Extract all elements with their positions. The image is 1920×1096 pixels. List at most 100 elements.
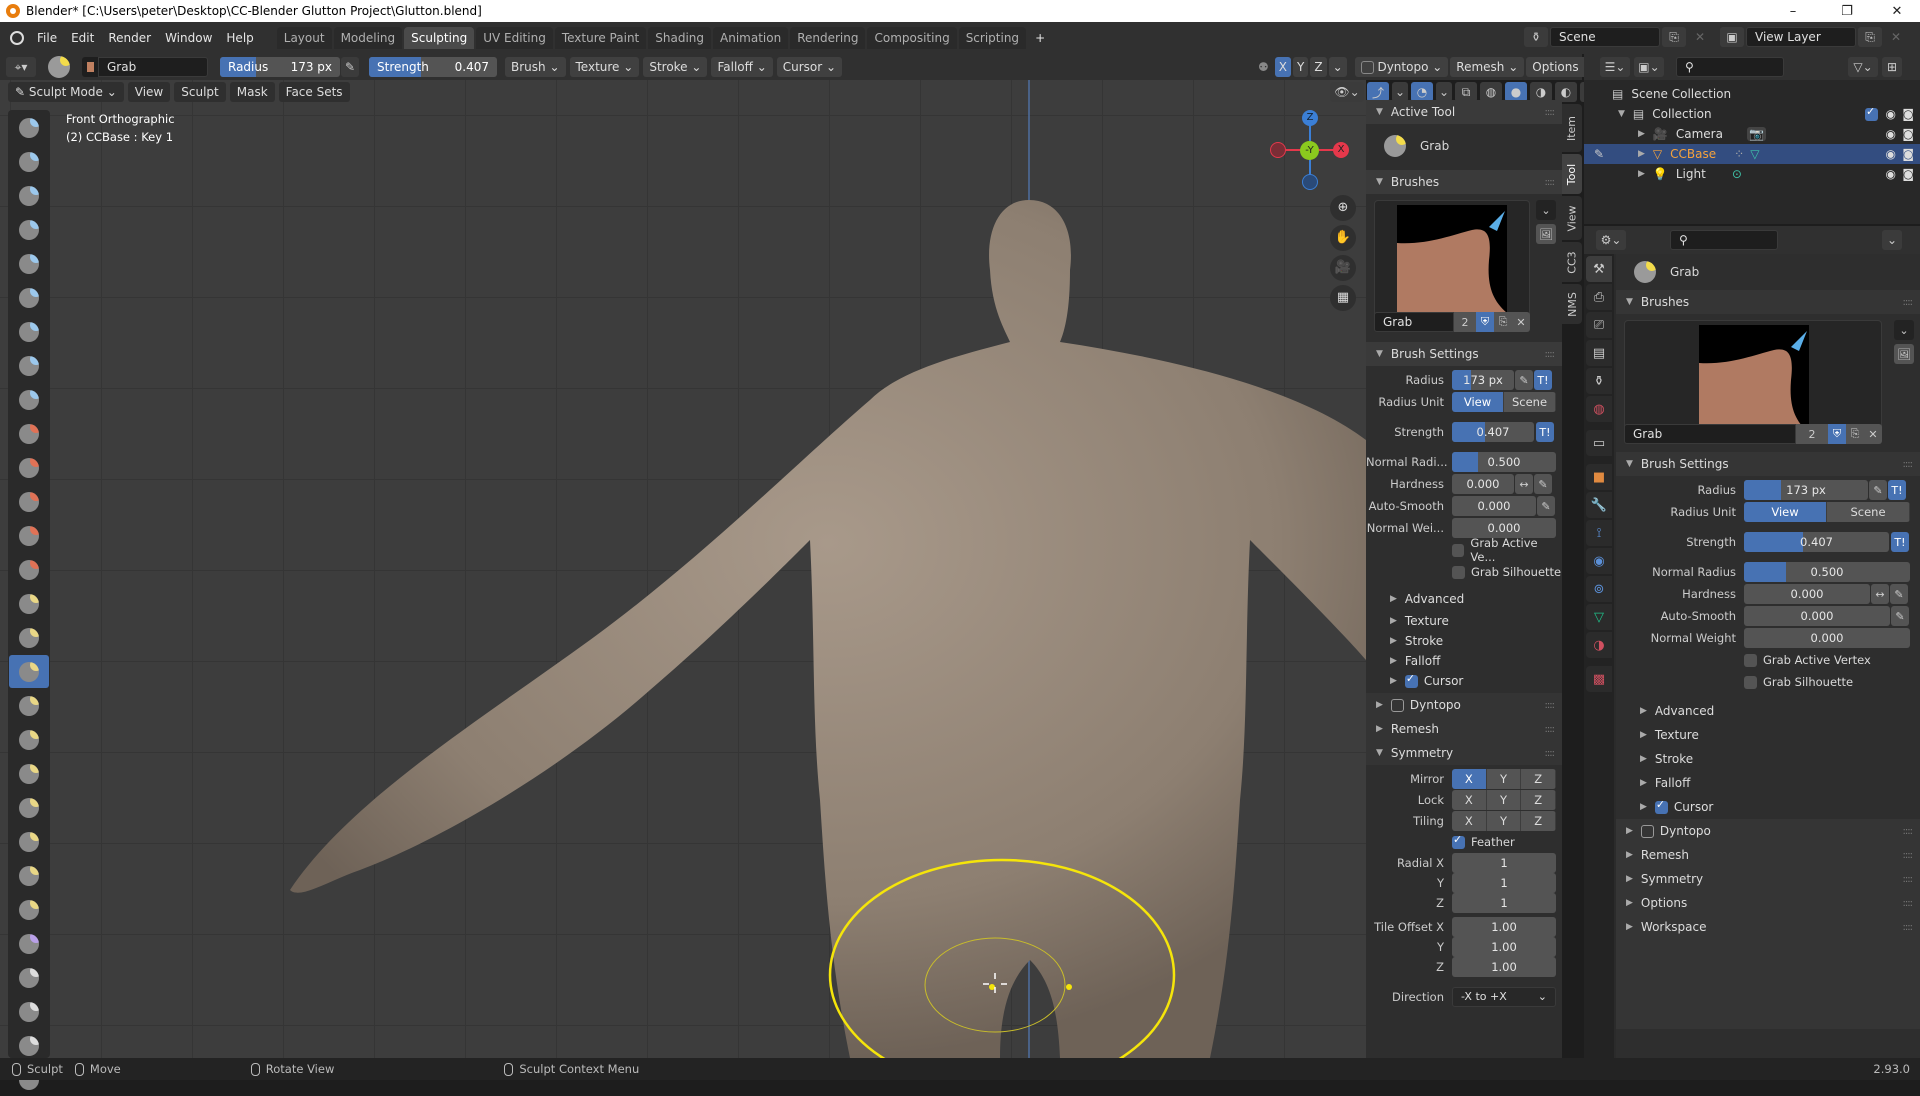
p-workspace-header[interactable]: ▶ Workspace:::: — [1616, 915, 1920, 939]
strength-slider[interactable]: Strength 0.407 — [369, 57, 497, 77]
tool-mask[interactable] — [9, 995, 49, 1028]
grab-active-vertex-checkbox[interactable] — [1452, 543, 1465, 557]
mesh-data-icon[interactable]: ▽ — [1750, 147, 1759, 161]
properties-brush-settings-header[interactable]: ▼ Brush Settings:::: — [1616, 452, 1920, 476]
menu-help[interactable]: Help — [219, 27, 260, 49]
tab-rendering[interactable]: Rendering — [790, 27, 866, 49]
properties-tab-data-icon[interactable]: ▽ — [1586, 604, 1612, 630]
dyntopo-toggle[interactable]: Dyntopo ⌄ — [1354, 57, 1449, 77]
overlays-toggle-icon[interactable]: ◔ — [1411, 82, 1433, 102]
outliner-item-ccbase[interactable]: ✎ ▶ ▽ CCBase ⁘ ▽ ◉ ◙ — [1584, 144, 1920, 164]
p-dyntopo-header[interactable]: ▶ Dyntopo:::: — [1616, 819, 1920, 843]
outliner-item-camera[interactable]: ▶ 🎥 Camera 📷 ◉ ◙ — [1584, 124, 1920, 144]
scene-field[interactable]: Scene — [1550, 27, 1660, 47]
symmetry-z-toggle[interactable]: Z — [1310, 57, 1327, 77]
hardness-pressure-icon[interactable]: ✎ — [1534, 474, 1552, 494]
p-dyntopo-checkbox[interactable] — [1640, 824, 1654, 838]
p-grab-active-vertex-checkbox[interactable] — [1744, 653, 1757, 667]
cursor-dropdown[interactable]: Cursor ⌄ — [776, 57, 843, 77]
expand-arrow-icon[interactable]: ▼ — [1618, 109, 1625, 119]
brush-users-count[interactable]: 2 — [1454, 312, 1476, 332]
tiling-y-toggle[interactable]: Y — [1486, 811, 1522, 831]
brush-image-icon[interactable]: 🖼 — [1894, 344, 1914, 364]
brush-image-icon[interactable]: 🖼 — [1536, 224, 1556, 244]
p-radius-unit-view[interactable]: View — [1744, 502, 1827, 522]
npanel-tab-cc3[interactable]: CC3 — [1562, 242, 1582, 282]
properties-tab-view-layer-icon[interactable]: ▤ — [1586, 340, 1612, 366]
properties-brush-preview-box[interactable] — [1624, 320, 1882, 438]
properties-brush-users[interactable]: 2 — [1796, 424, 1828, 444]
expand-arrow-icon[interactable]: ▶ — [1638, 149, 1645, 159]
remove-view-layer-icon[interactable]: ✕ — [1884, 27, 1908, 47]
gizmo-neg-z-axis[interactable] — [1302, 174, 1318, 190]
properties-tab-tool-icon[interactable]: ⚒ — [1586, 256, 1612, 282]
cursor-checkbox[interactable] — [1404, 672, 1418, 688]
mirror-x-toggle[interactable]: X — [1452, 769, 1487, 789]
eye-icon[interactable]: ◉ — [1886, 127, 1896, 141]
zoom-view-icon[interactable]: ⊕ — [1330, 195, 1356, 221]
subpanel-falloff[interactable]: ▶ Falloff — [1390, 651, 1562, 671]
unlink-brush-icon[interactable]: ✕ — [1512, 312, 1530, 332]
tab-compositing[interactable]: Compositing — [867, 27, 957, 49]
tool-simplify[interactable] — [9, 961, 49, 994]
mirror-z-toggle[interactable]: Z — [1521, 769, 1556, 789]
outliner-search-input[interactable]: ⚲ — [1676, 57, 1784, 77]
eyedropper-icon[interactable]: ✎ — [1594, 147, 1604, 161]
outliner-item-light[interactable]: ▶ 💡 Light ⊙ ◉ ◙ — [1584, 164, 1920, 184]
npanel-tab-nms[interactable]: NMS — [1562, 284, 1582, 324]
p-cursor-checkbox[interactable] — [1654, 798, 1668, 814]
strength-unified-icon[interactable]: T! — [1536, 422, 1554, 442]
p-autosmooth-pressure-icon[interactable]: ✎ — [1891, 606, 1909, 626]
properties-options-chevron-icon[interactable]: ⌄ — [1882, 230, 1902, 250]
remesh-dropdown[interactable]: Remesh ⌄ — [1450, 57, 1525, 77]
tool-multiplane-scrape[interactable] — [9, 553, 49, 586]
tab-scripting[interactable]: Scripting — [958, 27, 1027, 49]
texture-dropdown[interactable]: Texture ⌄ — [569, 57, 640, 77]
blender-menu-icon[interactable] — [10, 31, 24, 45]
properties-tab-output-icon[interactable]: ⎚ — [1586, 312, 1612, 338]
eye-icon[interactable]: ◉ — [1886, 107, 1896, 121]
brush-list-chevron-icon[interactable]: ⌄ — [1536, 200, 1556, 220]
tab-shading[interactable]: Shading — [648, 27, 711, 49]
menu-view[interactable]: View — [127, 82, 171, 102]
menu-face-sets[interactable]: Face Sets — [278, 82, 350, 102]
tool-elastic-deform[interactable] — [9, 655, 49, 688]
properties-brushes-header[interactable]: ▼ Brushes:::: — [1616, 290, 1920, 314]
active-tool-panel-header[interactable]: ▼ Active Tool:::: — [1366, 100, 1562, 124]
outliner-display-mode-icon[interactable]: ☰⌄ — [1600, 57, 1630, 77]
duplicate-brush-icon[interactable]: ⎘ — [1846, 424, 1864, 444]
lock-x-toggle[interactable]: X — [1452, 790, 1487, 810]
radial-x-field[interactable]: 1 — [1452, 853, 1556, 873]
tool-scrape[interactable] — [9, 519, 49, 552]
menu-sculpt[interactable]: Sculpt — [174, 82, 226, 102]
menu-window[interactable]: Window — [158, 27, 219, 49]
tool-slide-relax[interactable] — [9, 859, 49, 892]
view-layer-icon[interactable]: ▣ — [1720, 27, 1744, 47]
radius-field[interactable]: 173 px — [1452, 370, 1514, 390]
hardness-field[interactable]: 0.000 — [1452, 474, 1514, 494]
properties-tab-modifiers-icon[interactable]: 🔧 — [1586, 492, 1612, 518]
normal-weight-field[interactable]: 0.000 — [1452, 518, 1556, 538]
autosmooth-pressure-icon[interactable]: ✎ — [1537, 496, 1555, 516]
brush-preview-icon[interactable] — [82, 57, 98, 77]
p-radius-pressure-icon[interactable]: ✎ — [1869, 480, 1887, 500]
properties-tab-scene-icon[interactable]: ⚱ — [1586, 368, 1612, 394]
mirror-y-toggle[interactable]: Y — [1486, 769, 1522, 789]
properties-tab-physics-icon[interactable]: ◉ — [1586, 548, 1612, 574]
exclude-checkbox[interactable] — [1865, 105, 1878, 121]
subpanel-cursor[interactable]: ▶Cursor — [1390, 671, 1562, 691]
tool-pose[interactable] — [9, 757, 49, 790]
p-remesh-header[interactable]: ▶ Remesh:::: — [1616, 843, 1920, 867]
remesh-panel-header[interactable]: ▶ Remesh:::: — [1366, 717, 1562, 741]
menu-file[interactable]: File — [30, 27, 64, 49]
menu-render[interactable]: Render — [101, 27, 158, 49]
tile-offset-z-field[interactable]: 1.00 — [1452, 957, 1556, 977]
properties-tab-particles-icon[interactable]: ⟟ — [1586, 520, 1612, 546]
brush-preview-box[interactable] — [1374, 200, 1530, 330]
npanel-tab-tool[interactable]: Tool — [1562, 154, 1582, 194]
camera-view-icon[interactable]: 🎥 — [1330, 255, 1356, 281]
radius-unit-scene[interactable]: Scene — [1504, 392, 1556, 412]
tool-pinch[interactable] — [9, 587, 49, 620]
eye-icon[interactable]: ◉ — [1886, 147, 1896, 161]
gizmo-chevron-icon[interactable]: ⌄ — [1392, 82, 1408, 102]
